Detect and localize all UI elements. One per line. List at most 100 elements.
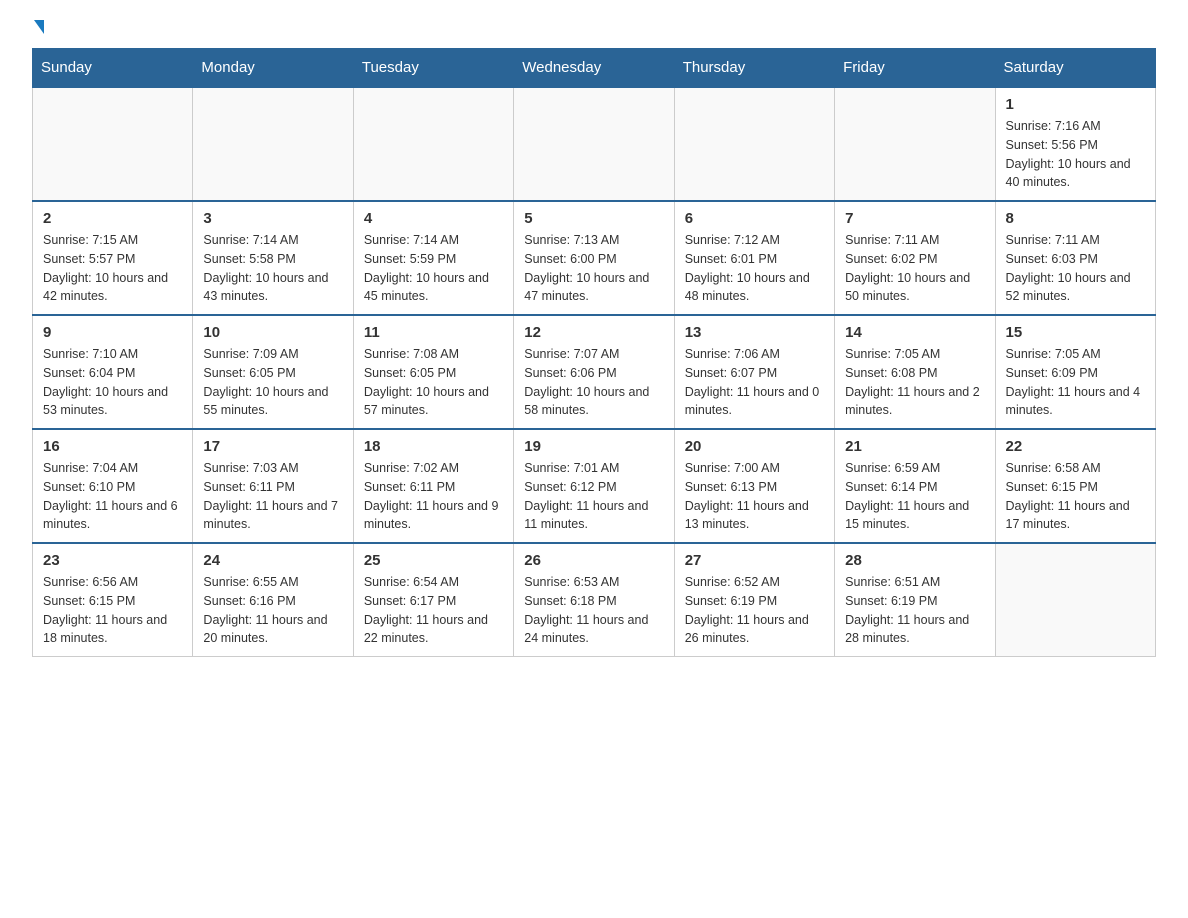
calendar-cell: 22 Sunrise: 6:58 AM Sunset: 6:15 PM Dayli… (995, 429, 1155, 543)
calendar-cell (514, 87, 674, 201)
day-info: Sunrise: 7:15 AM Sunset: 5:57 PM Dayligh… (43, 231, 182, 306)
day-info: Sunrise: 7:06 AM Sunset: 6:07 PM Dayligh… (685, 345, 824, 420)
day-of-week-saturday: Saturday (995, 49, 1155, 88)
calendar-cell: 23 Sunrise: 6:56 AM Sunset: 6:15 PM Dayli… (33, 543, 193, 657)
day-info: Sunrise: 6:55 AM Sunset: 6:16 PM Dayligh… (203, 573, 342, 648)
calendar-week-row: 2 Sunrise: 7:15 AM Sunset: 5:57 PM Daylig… (33, 201, 1156, 315)
day-info: Sunrise: 7:09 AM Sunset: 6:05 PM Dayligh… (203, 345, 342, 420)
calendar-cell (33, 87, 193, 201)
day-number: 2 (43, 210, 182, 227)
calendar-cell: 3Sunrise: 7:14 AM Sunset: 5:58 PM Daylig… (193, 201, 353, 315)
day-number: 8 (1006, 210, 1145, 227)
calendar-cell: 10 Sunrise: 7:09 AM Sunset: 6:05 PM Dayli… (193, 315, 353, 429)
day-info: Sunrise: 7:16 AM Sunset: 5:56 PM Dayligh… (1006, 117, 1145, 192)
calendar-cell (193, 87, 353, 201)
day-number: 18 (364, 438, 503, 455)
calendar-cell: 14 Sunrise: 7:05 AM Sunset: 6:08 PM Dayli… (835, 315, 995, 429)
calendar-week-row: 23 Sunrise: 6:56 AM Sunset: 6:15 PM Dayli… (33, 543, 1156, 657)
calendar-cell: 2 Sunrise: 7:15 AM Sunset: 5:57 PM Daylig… (33, 201, 193, 315)
day-number: 4 (364, 210, 503, 227)
calendar-cell: 11 Sunrise: 7:08 AM Sunset: 6:05 PM Dayli… (353, 315, 513, 429)
calendar-cell: 18 Sunrise: 7:02 AM Sunset: 6:11 PM Dayli… (353, 429, 513, 543)
day-info: Sunrise: 7:02 AM Sunset: 6:11 PM Dayligh… (364, 459, 503, 534)
calendar-cell: 6 Sunrise: 7:12 AM Sunset: 6:01 PM Daylig… (674, 201, 834, 315)
calendar-cell (674, 87, 834, 201)
day-info: Sunrise: 6:54 AM Sunset: 6:17 PM Dayligh… (364, 573, 503, 648)
day-of-week-tuesday: Tuesday (353, 49, 513, 88)
calendar-cell: 1 Sunrise: 7:16 AM Sunset: 5:56 PM Daylig… (995, 87, 1155, 201)
day-info: Sunrise: 7:13 AM Sunset: 6:00 PM Dayligh… (524, 231, 663, 306)
day-info: Sunrise: 7:11 AM Sunset: 6:03 PM Dayligh… (1006, 231, 1145, 306)
calendar-cell: 15 Sunrise: 7:05 AM Sunset: 6:09 PM Dayli… (995, 315, 1155, 429)
day-info: Sunrise: 7:14 AM Sunset: 5:58 PM Dayligh… (203, 231, 342, 306)
day-number: 26 (524, 552, 663, 569)
day-number: 25 (364, 552, 503, 569)
calendar-week-row: 1 Sunrise: 7:16 AM Sunset: 5:56 PM Daylig… (33, 87, 1156, 201)
day-number: 1 (1006, 96, 1145, 113)
calendar-week-row: 16 Sunrise: 7:04 AM Sunset: 6:10 PM Dayli… (33, 429, 1156, 543)
day-number: 24 (203, 552, 342, 569)
day-number: 27 (685, 552, 824, 569)
day-info: Sunrise: 7:14 AM Sunset: 5:59 PM Dayligh… (364, 231, 503, 306)
day-number: 10 (203, 324, 342, 341)
calendar-cell: 16 Sunrise: 7:04 AM Sunset: 6:10 PM Dayli… (33, 429, 193, 543)
calendar-cell: 25 Sunrise: 6:54 AM Sunset: 6:17 PM Dayli… (353, 543, 513, 657)
day-info: Sunrise: 7:05 AM Sunset: 6:08 PM Dayligh… (845, 345, 984, 420)
calendar-cell: 24 Sunrise: 6:55 AM Sunset: 6:16 PM Dayli… (193, 543, 353, 657)
calendar-cell: 9Sunrise: 7:10 AM Sunset: 6:04 PM Daylig… (33, 315, 193, 429)
day-number: 6 (685, 210, 824, 227)
calendar-table: SundayMondayTuesdayWednesdayThursdayFrid… (32, 48, 1156, 657)
day-number: 14 (845, 324, 984, 341)
day-info: Sunrise: 6:53 AM Sunset: 6:18 PM Dayligh… (524, 573, 663, 648)
day-number: 23 (43, 552, 182, 569)
day-number: 22 (1006, 438, 1145, 455)
calendar-cell: 21Sunrise: 6:59 AM Sunset: 6:14 PM Dayli… (835, 429, 995, 543)
calendar-cell: 20 Sunrise: 7:00 AM Sunset: 6:13 PM Dayli… (674, 429, 834, 543)
calendar-cell (835, 87, 995, 201)
day-number: 19 (524, 438, 663, 455)
day-of-week-thursday: Thursday (674, 49, 834, 88)
day-info: Sunrise: 7:01 AM Sunset: 6:12 PM Dayligh… (524, 459, 663, 534)
day-info: Sunrise: 7:07 AM Sunset: 6:06 PM Dayligh… (524, 345, 663, 420)
day-of-week-friday: Friday (835, 49, 995, 88)
day-info: Sunrise: 7:00 AM Sunset: 6:13 PM Dayligh… (685, 459, 824, 534)
day-info: Sunrise: 7:10 AM Sunset: 6:04 PM Dayligh… (43, 345, 182, 420)
day-number: 16 (43, 438, 182, 455)
day-info: Sunrise: 7:05 AM Sunset: 6:09 PM Dayligh… (1006, 345, 1145, 420)
day-info: Sunrise: 7:04 AM Sunset: 6:10 PM Dayligh… (43, 459, 182, 534)
logo (32, 24, 44, 32)
day-info: Sunrise: 7:03 AM Sunset: 6:11 PM Dayligh… (203, 459, 342, 534)
day-number: 17 (203, 438, 342, 455)
day-number: 15 (1006, 324, 1145, 341)
day-info: Sunrise: 6:52 AM Sunset: 6:19 PM Dayligh… (685, 573, 824, 648)
day-info: Sunrise: 6:59 AM Sunset: 6:14 PM Dayligh… (845, 459, 984, 534)
day-number: 28 (845, 552, 984, 569)
day-info: Sunrise: 6:58 AM Sunset: 6:15 PM Dayligh… (1006, 459, 1145, 534)
page-header (32, 24, 1156, 32)
day-number: 13 (685, 324, 824, 341)
day-info: Sunrise: 6:51 AM Sunset: 6:19 PM Dayligh… (845, 573, 984, 648)
day-of-week-monday: Monday (193, 49, 353, 88)
calendar-cell (995, 543, 1155, 657)
calendar-cell: 4 Sunrise: 7:14 AM Sunset: 5:59 PM Daylig… (353, 201, 513, 315)
day-info: Sunrise: 7:11 AM Sunset: 6:02 PM Dayligh… (845, 231, 984, 306)
day-of-week-wednesday: Wednesday (514, 49, 674, 88)
day-number: 11 (364, 324, 503, 341)
calendar-cell (353, 87, 513, 201)
day-of-week-sunday: Sunday (33, 49, 193, 88)
day-number: 7 (845, 210, 984, 227)
logo-triangle-icon (34, 20, 44, 34)
day-number: 12 (524, 324, 663, 341)
day-info: Sunrise: 6:56 AM Sunset: 6:15 PM Dayligh… (43, 573, 182, 648)
calendar-cell: 26 Sunrise: 6:53 AM Sunset: 6:18 PM Dayli… (514, 543, 674, 657)
calendar-week-row: 9Sunrise: 7:10 AM Sunset: 6:04 PM Daylig… (33, 315, 1156, 429)
calendar-cell: 28 Sunrise: 6:51 AM Sunset: 6:19 PM Dayli… (835, 543, 995, 657)
day-number: 20 (685, 438, 824, 455)
calendar-cell: 12 Sunrise: 7:07 AM Sunset: 6:06 PM Dayli… (514, 315, 674, 429)
calendar-cell: 13 Sunrise: 7:06 AM Sunset: 6:07 PM Dayli… (674, 315, 834, 429)
day-info: Sunrise: 7:08 AM Sunset: 6:05 PM Dayligh… (364, 345, 503, 420)
calendar-cell: 7 Sunrise: 7:11 AM Sunset: 6:02 PM Daylig… (835, 201, 995, 315)
calendar-cell: 17 Sunrise: 7:03 AM Sunset: 6:11 PM Dayli… (193, 429, 353, 543)
day-info: Sunrise: 7:12 AM Sunset: 6:01 PM Dayligh… (685, 231, 824, 306)
day-number: 5 (524, 210, 663, 227)
